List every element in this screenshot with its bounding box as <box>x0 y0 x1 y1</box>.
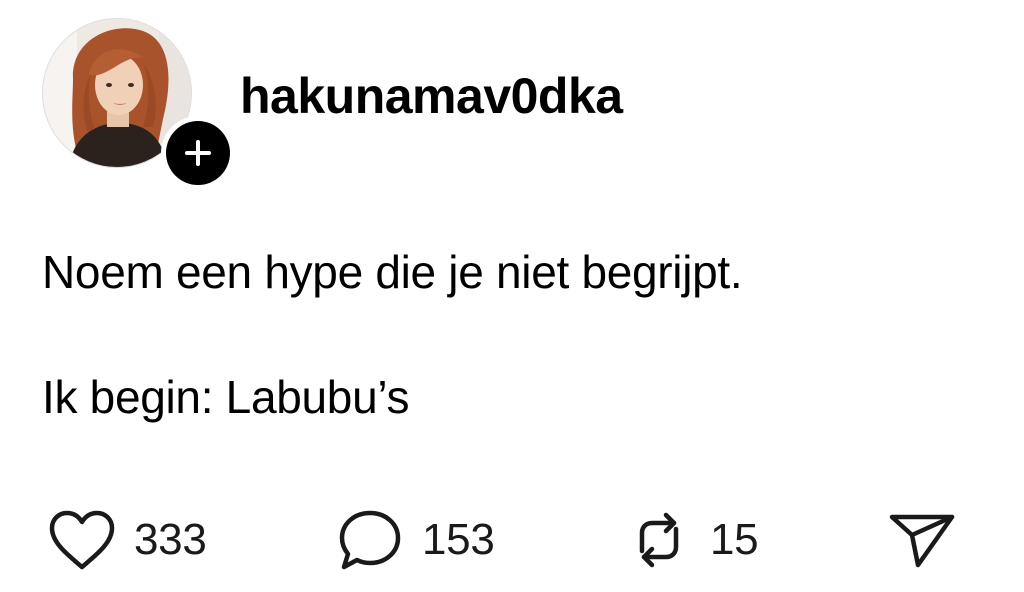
comment-icon <box>339 510 401 570</box>
like-button[interactable]: 333 <box>48 500 207 580</box>
post-actions-bar: 333 153 15 <box>0 500 1024 580</box>
comment-count: 153 <box>422 515 495 564</box>
share-button[interactable] <box>888 500 958 580</box>
follow-badge-circle <box>166 121 230 185</box>
plus-icon <box>185 140 211 166</box>
comment-button[interactable]: 153 <box>336 500 495 580</box>
post-text-line-2: Ik begin: Labubu’s <box>42 371 410 423</box>
post-text-line-1: Noem een hype die je niet begrijpt. <box>42 246 743 298</box>
avatar-container[interactable] <box>42 18 235 190</box>
repost-count: 15 <box>710 515 759 564</box>
repost-button[interactable]: 15 <box>626 500 759 580</box>
heart-icon <box>49 510 115 570</box>
repost-icon <box>639 512 679 568</box>
send-icon <box>889 514 955 568</box>
author-username[interactable]: hakunamav0dka <box>240 66 623 126</box>
follow-button[interactable] <box>161 116 235 190</box>
like-count: 333 <box>134 515 207 564</box>
